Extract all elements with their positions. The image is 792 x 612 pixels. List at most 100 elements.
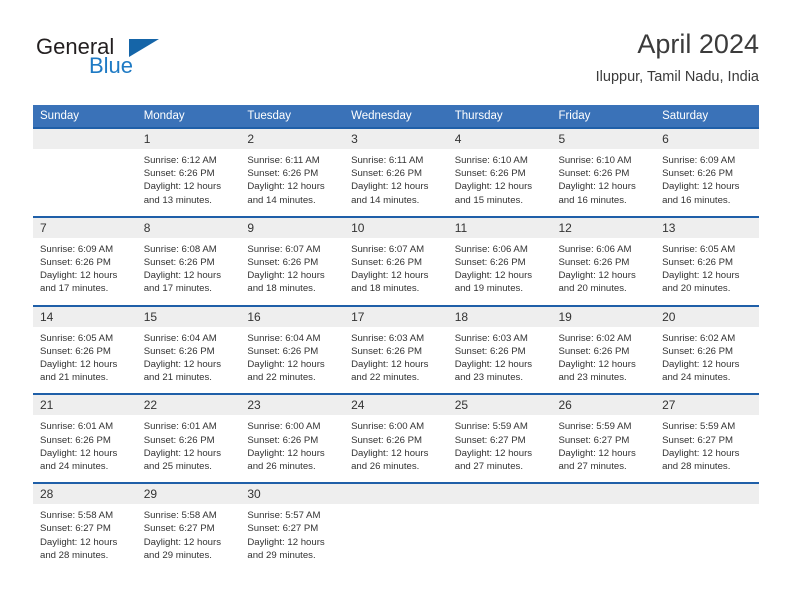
sunrise-text: Sunrise: 6:09 AM bbox=[662, 155, 736, 166]
day-number[interactable]: 24 bbox=[344, 395, 448, 416]
sunset-text: Sunset: 6:26 PM bbox=[351, 168, 422, 180]
day-number[interactable]: 17 bbox=[344, 306, 448, 327]
daylight-text: Daylight: 12 hours and 21 minutes. bbox=[40, 359, 118, 384]
daylight-text: Daylight: 12 hours and 25 minutes. bbox=[143, 447, 222, 473]
day-number[interactable]: 26 bbox=[551, 395, 656, 416]
day-number[interactable]: 10 bbox=[344, 217, 448, 238]
day-cell[interactable]: Sunrise: 6:05 AM Sunset: 6:26 PM Daylight:… bbox=[33, 326, 137, 394]
day-cell-empty bbox=[344, 504, 448, 572]
day-number[interactable]: 5 bbox=[551, 129, 656, 149]
day-number[interactable]: 27 bbox=[655, 395, 759, 416]
daylight-text: Daylight: 12 hours and 28 minutes. bbox=[40, 536, 118, 561]
day-cell[interactable]: Sunrise: 6:12 AM Sunset: 6:26 PM Daylight:… bbox=[136, 149, 241, 216]
day-number[interactable]: 18 bbox=[447, 306, 552, 327]
weekday-header-friday: Friday bbox=[551, 105, 656, 127]
day-cell[interactable]: Sunrise: 5:59 AM Sunset: 6:27 PM Daylight:… bbox=[655, 415, 759, 483]
day-cell[interactable]: Sunrise: 6:05 AM Sunset: 6:26 PM Daylight:… bbox=[655, 237, 759, 305]
day-cell[interactable]: Sunrise: 6:02 AM Sunset: 6:26 PM Daylight:… bbox=[551, 326, 656, 394]
day-number-row: 14 15 16 17 18 19 20 bbox=[33, 306, 759, 327]
day-number[interactable]: 2 bbox=[240, 129, 345, 149]
day-cell[interactable]: Sunrise: 6:08 AM Sunset: 6:26 PM Daylight:… bbox=[136, 237, 241, 305]
day-number[interactable]: 16 bbox=[240, 306, 345, 327]
sunset-text: Sunset: 6:26 PM bbox=[40, 345, 111, 357]
day-cell[interactable]: Sunrise: 6:04 AM Sunset: 6:26 PM Daylight:… bbox=[136, 326, 241, 394]
day-number[interactable]: 23 bbox=[240, 395, 345, 416]
day-cell[interactable]: Sunrise: 5:58 AM Sunset: 6:27 PM Daylight:… bbox=[136, 504, 241, 572]
sunset-text: Sunset: 6:26 PM bbox=[247, 168, 319, 180]
sunset-text: Sunset: 6:26 PM bbox=[662, 257, 734, 269]
day-cell[interactable]: Sunrise: 6:07 AM Sunset: 6:26 PM Daylight:… bbox=[240, 237, 345, 305]
sunset-text: Sunset: 6:26 PM bbox=[351, 257, 422, 269]
sunrise-text: Sunrise: 5:59 AM bbox=[454, 421, 528, 433]
day-cell[interactable]: Sunrise: 5:59 AM Sunset: 6:27 PM Daylight:… bbox=[551, 415, 656, 483]
day-cell-empty bbox=[655, 504, 759, 572]
sunrise-text: Sunrise: 6:01 AM bbox=[143, 421, 217, 433]
day-info-row: Sunrise: 6:09 AM Sunset: 6:26 PM Daylight:… bbox=[33, 237, 759, 305]
day-cell-empty bbox=[551, 504, 656, 572]
day-number[interactable]: 4 bbox=[447, 129, 552, 149]
day-number[interactable]: 25 bbox=[447, 395, 552, 416]
day-number[interactable]: 28 bbox=[33, 484, 137, 505]
day-number[interactable]: 21 bbox=[33, 395, 137, 416]
day-cell[interactable]: Sunrise: 6:02 AM Sunset: 6:26 PM Daylight:… bbox=[655, 326, 759, 394]
day-cell[interactable]: Sunrise: 6:06 AM Sunset: 6:26 PM Daylight:… bbox=[551, 237, 656, 305]
day-number-empty bbox=[447, 484, 552, 505]
day-number-empty bbox=[655, 484, 759, 505]
sunrise-text: Sunrise: 6:08 AM bbox=[143, 243, 217, 255]
weekday-header-saturday: Saturday bbox=[655, 105, 759, 127]
sunset-text: Sunset: 6:26 PM bbox=[662, 168, 734, 180]
day-cell[interactable]: Sunrise: 6:01 AM Sunset: 6:26 PM Daylight:… bbox=[136, 415, 241, 483]
sunset-text: Sunset: 6:26 PM bbox=[558, 345, 630, 357]
day-cell[interactable]: Sunrise: 6:01 AM Sunset: 6:26 PM Daylight:… bbox=[33, 415, 137, 483]
day-cell[interactable]: Sunrise: 6:09 AM Sunset: 6:26 PM Daylight:… bbox=[655, 149, 759, 216]
day-cell[interactable]: Sunrise: 6:00 AM Sunset: 6:26 PM Daylight:… bbox=[240, 415, 345, 483]
daylight-text: Daylight: 12 hours and 27 minutes. bbox=[558, 447, 636, 473]
day-cell[interactable]: Sunrise: 6:04 AM Sunset: 6:26 PM Daylight:… bbox=[240, 326, 345, 394]
daylight-text: Daylight: 12 hours and 26 minutes. bbox=[351, 447, 429, 473]
day-cell[interactable]: Sunrise: 6:03 AM Sunset: 6:26 PM Daylight:… bbox=[447, 326, 552, 394]
day-number[interactable]: 12 bbox=[551, 217, 656, 238]
day-cell[interactable]: Sunrise: 6:10 AM Sunset: 6:26 PM Daylight:… bbox=[551, 149, 656, 216]
day-number[interactable]: 13 bbox=[655, 217, 759, 238]
day-number[interactable]: 6 bbox=[655, 129, 759, 149]
weekday-header-thursday: Thursday bbox=[447, 105, 552, 127]
day-number[interactable]: 9 bbox=[240, 217, 345, 238]
sunset-text: Sunset: 6:26 PM bbox=[454, 257, 526, 269]
day-number[interactable]: 8 bbox=[136, 217, 241, 238]
sunset-text: Sunset: 6:26 PM bbox=[143, 434, 215, 446]
sunset-text: Sunset: 6:26 PM bbox=[40, 257, 111, 269]
sunrise-text: Sunrise: 6:10 AM bbox=[558, 155, 632, 166]
day-number[interactable]: 14 bbox=[33, 306, 137, 327]
calendar-page: General Blue April 2024 Iluppur, Tamil N… bbox=[0, 0, 792, 612]
day-cell[interactable]: Sunrise: 5:58 AM Sunset: 6:27 PM Daylight:… bbox=[33, 504, 137, 572]
day-number[interactable]: 7 bbox=[33, 217, 137, 238]
day-cell[interactable]: Sunrise: 5:59 AM Sunset: 6:27 PM Daylight:… bbox=[447, 415, 552, 483]
day-cell[interactable]: Sunrise: 6:00 AM Sunset: 6:26 PM Daylight:… bbox=[344, 415, 448, 483]
day-number[interactable]: 20 bbox=[655, 306, 759, 327]
daylight-text: Daylight: 12 hours and 21 minutes. bbox=[143, 359, 222, 384]
day-cell[interactable]: Sunrise: 6:09 AM Sunset: 6:26 PM Daylight:… bbox=[33, 237, 137, 305]
daylight-text: Daylight: 12 hours and 15 minutes. bbox=[454, 181, 533, 206]
day-number[interactable]: 11 bbox=[447, 217, 552, 238]
day-cell[interactable]: Sunrise: 6:03 AM Sunset: 6:26 PM Daylight:… bbox=[344, 326, 448, 394]
day-number[interactable]: 29 bbox=[136, 484, 241, 505]
day-cell[interactable]: Sunrise: 6:06 AM Sunset: 6:26 PM Daylight:… bbox=[447, 237, 552, 305]
day-cell[interactable]: Sunrise: 6:11 AM Sunset: 6:26 PM Daylight:… bbox=[240, 149, 345, 216]
day-number[interactable]: 15 bbox=[136, 306, 241, 327]
calendar-table: Sunday Monday Tuesday Wednesday Thursday… bbox=[33, 105, 759, 572]
day-cell[interactable]: Sunrise: 6:11 AM Sunset: 6:26 PM Daylight:… bbox=[344, 149, 448, 216]
day-cell[interactable]: Sunrise: 6:07 AM Sunset: 6:26 PM Daylight:… bbox=[344, 237, 448, 305]
day-number[interactable]: 3 bbox=[344, 129, 448, 149]
page-subtitle: Iluppur, Tamil Nadu, India bbox=[595, 69, 759, 85]
day-cell[interactable]: Sunrise: 5:57 AM Sunset: 6:27 PM Daylight:… bbox=[240, 504, 345, 572]
weekday-header-wednesday: Wednesday bbox=[344, 105, 448, 127]
day-number[interactable]: 19 bbox=[551, 306, 656, 327]
brand-logo[interactable]: General Blue bbox=[33, 34, 233, 90]
sunset-text: Sunset: 6:26 PM bbox=[247, 434, 319, 446]
day-cell[interactable]: Sunrise: 6:10 AM Sunset: 6:26 PM Daylight:… bbox=[447, 149, 552, 216]
day-number[interactable]: 1 bbox=[136, 129, 241, 149]
day-number[interactable]: 22 bbox=[136, 395, 241, 416]
sunset-text: Sunset: 6:26 PM bbox=[558, 257, 630, 269]
sunset-text: Sunset: 6:26 PM bbox=[143, 168, 215, 180]
day-number[interactable]: 30 bbox=[240, 484, 345, 505]
